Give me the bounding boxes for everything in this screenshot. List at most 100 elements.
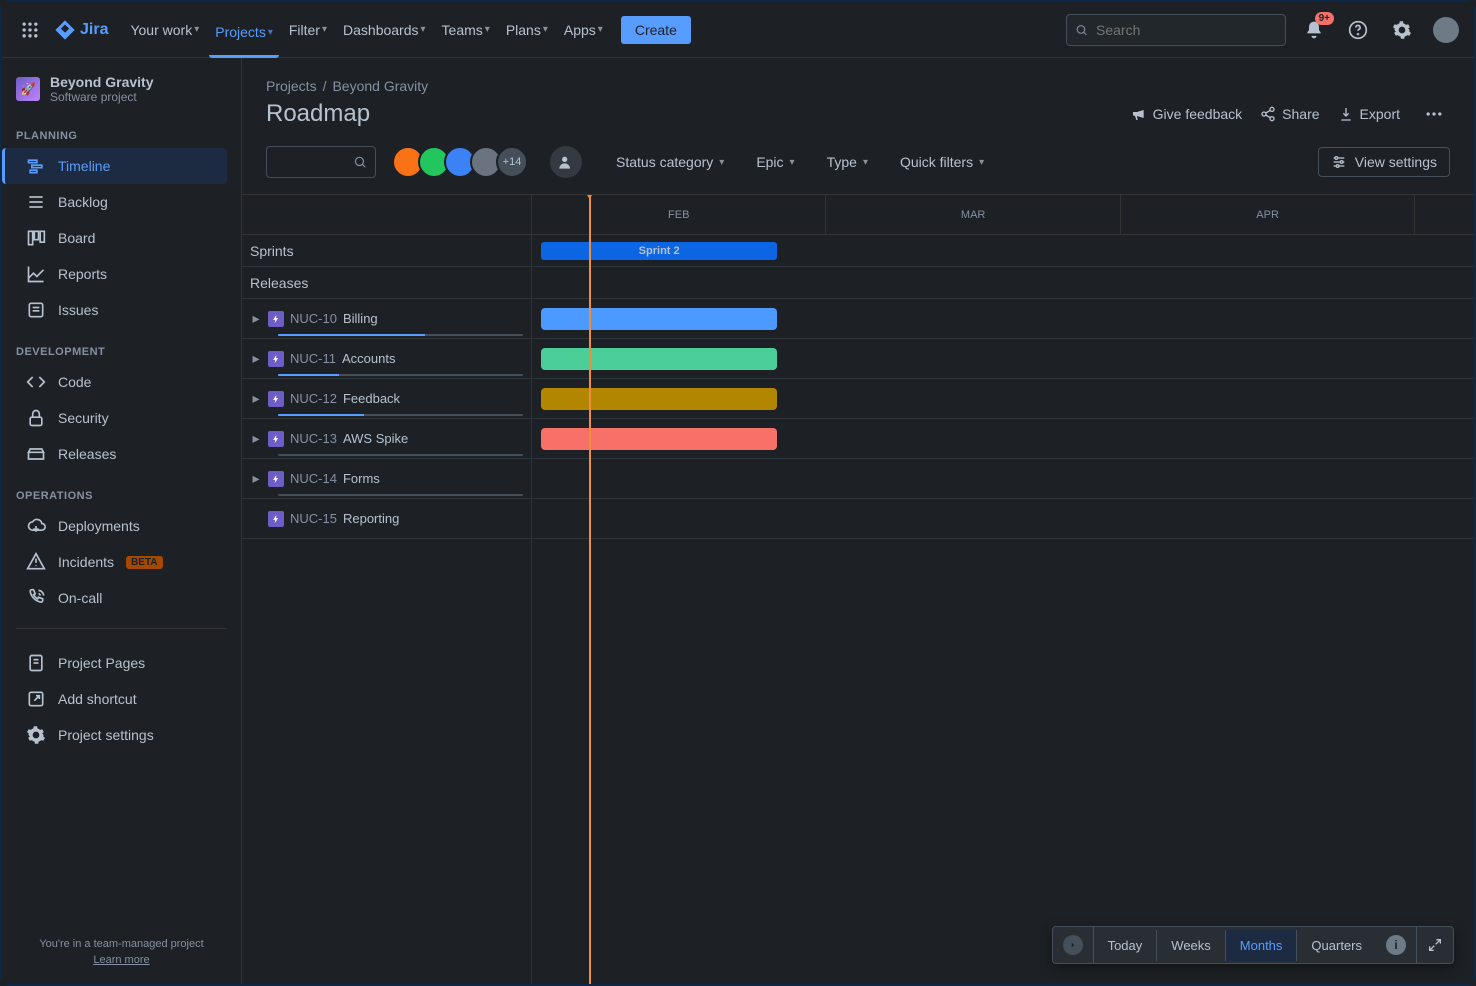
view-settings-button[interactable]: View settings xyxy=(1318,147,1450,177)
sprints-row: Sprint 2 xyxy=(532,235,1474,267)
feedback-button[interactable]: Give feedback xyxy=(1131,106,1243,122)
avatar-icon xyxy=(1433,17,1459,43)
sidebar-item-project-pages[interactable]: Project Pages xyxy=(16,645,227,681)
nav-teams[interactable]: Teams▾ xyxy=(436,14,496,46)
epic-row-NUC-12[interactable]: ▸ NUC-12 Feedback xyxy=(242,379,531,419)
settings-button[interactable] xyxy=(1386,14,1418,46)
search-input[interactable] xyxy=(1096,22,1277,38)
scale-months[interactable]: Months xyxy=(1226,930,1298,961)
sidebar-item-project-settings[interactable]: Project settings xyxy=(16,717,227,753)
issue-summary: Feedback xyxy=(343,391,400,406)
more-actions-button[interactable] xyxy=(1418,98,1450,130)
assignee-avatars[interactable]: +14 xyxy=(392,146,528,178)
section-operations: OPERATIONS xyxy=(16,484,227,508)
help-icon xyxy=(1348,20,1368,40)
sidebar-item-on-call[interactable]: On-call xyxy=(16,580,227,616)
notifications-button[interactable]: 9+ xyxy=(1298,14,1330,46)
sidebar-item-issues[interactable]: Issues xyxy=(16,292,227,328)
breadcrumb-current[interactable]: Beyond Gravity xyxy=(332,78,428,94)
filter-type[interactable]: Type▾ xyxy=(821,150,874,174)
filter-epic[interactable]: Epic▾ xyxy=(750,150,800,174)
epic-timeline-row xyxy=(532,339,1474,379)
nav-dashboards[interactable]: Dashboards▾ xyxy=(337,14,432,46)
chevron-right-icon[interactable]: ▸ xyxy=(250,310,262,327)
nav-projects[interactable]: Projects▾ xyxy=(209,14,279,58)
epic-icon xyxy=(268,311,284,327)
sidebar-item-code[interactable]: Code xyxy=(16,364,227,400)
breadcrumb-root[interactable]: Projects xyxy=(266,78,317,94)
epic-bar[interactable] xyxy=(541,428,777,450)
sidebar-item-add-shortcut[interactable]: Add shortcut xyxy=(16,681,227,717)
jira-logo[interactable]: Jira xyxy=(54,19,108,41)
epic-row-NUC-13[interactable]: ▸ NUC-13 AWS Spike xyxy=(242,419,531,459)
epic-row-NUC-15[interactable]: NUC-15 Reporting xyxy=(242,499,531,539)
add-person-button[interactable] xyxy=(550,146,582,178)
chevron-right-icon[interactable]: ▸ xyxy=(250,470,262,487)
breadcrumb: Projects / Beyond Gravity xyxy=(266,78,1450,94)
fullscreen-button[interactable] xyxy=(1417,929,1453,961)
nav-apps[interactable]: Apps▾ xyxy=(558,14,609,46)
sidebar-item-reports[interactable]: Reports xyxy=(16,256,227,292)
issue-summary: Accounts xyxy=(342,351,395,366)
scale-weeks[interactable]: Weeks xyxy=(1157,930,1226,961)
filter-quick-filters[interactable]: Quick filters▾ xyxy=(894,150,990,174)
chevron-right-icon[interactable]: ▸ xyxy=(250,430,262,447)
sidebar-item-incidents[interactable]: IncidentsBETA xyxy=(16,544,227,580)
create-button[interactable]: Create xyxy=(621,16,691,44)
epic-timeline-row xyxy=(532,459,1474,499)
nav-filter[interactable]: Filter▾ xyxy=(283,14,333,46)
avatar-overflow[interactable]: +14 xyxy=(496,146,528,178)
releases-row-header: Releases xyxy=(242,267,531,299)
nav-your-work[interactable]: Your work▾ xyxy=(124,14,205,46)
share-button[interactable]: Share xyxy=(1260,106,1319,122)
issue-summary: Reporting xyxy=(343,511,399,526)
section-development: DEVELOPMENT xyxy=(16,340,227,364)
filter-status-category[interactable]: Status category▾ xyxy=(610,150,730,174)
issue-summary: AWS Spike xyxy=(343,431,408,446)
global-search[interactable] xyxy=(1066,14,1286,46)
expand-icon xyxy=(1427,937,1443,953)
sliders-icon xyxy=(1331,154,1347,170)
today-button[interactable]: Today xyxy=(1094,930,1158,961)
epic-row-NUC-14[interactable]: ▸ NUC-14 Forms xyxy=(242,459,531,499)
epic-row-NUC-10[interactable]: ▸ NUC-10 Billing xyxy=(242,299,531,339)
brand-label: Jira xyxy=(80,21,108,39)
sidebar-item-deployments[interactable]: Deployments xyxy=(16,508,227,544)
sidebar-item-board[interactable]: Board xyxy=(16,220,227,256)
profile-button[interactable] xyxy=(1430,14,1462,46)
roadmap-search[interactable] xyxy=(266,146,376,178)
megaphone-icon xyxy=(1131,106,1147,122)
month-header: APR xyxy=(1121,195,1415,234)
learn-more-link[interactable]: Learn more xyxy=(16,954,227,966)
app-switcher-icon[interactable] xyxy=(14,14,46,46)
scroll-next-button[interactable] xyxy=(1053,927,1094,963)
epic-icon xyxy=(268,511,284,527)
epic-timeline-row xyxy=(532,419,1474,459)
epic-bar[interactable] xyxy=(541,308,777,330)
more-icon xyxy=(1424,104,1444,124)
issue-summary: Billing xyxy=(343,311,378,326)
chevron-right-icon[interactable]: ▸ xyxy=(250,390,262,407)
issue-key: NUC-10 xyxy=(290,311,337,326)
export-button[interactable]: Export xyxy=(1338,106,1400,122)
epic-row-NUC-11[interactable]: ▸ NUC-11 Accounts xyxy=(242,339,531,379)
chevron-right-icon xyxy=(1068,940,1078,950)
scale-quarters[interactable]: Quarters xyxy=(1297,930,1376,961)
sprint-bar[interactable]: Sprint 2 xyxy=(541,242,777,260)
project-type: Software project xyxy=(50,90,153,104)
releases-row xyxy=(532,267,1474,299)
epic-bar[interactable] xyxy=(541,388,777,410)
help-button[interactable] xyxy=(1342,14,1374,46)
chevron-right-icon[interactable]: ▸ xyxy=(250,350,262,367)
epic-bar[interactable] xyxy=(541,348,777,370)
sidebar-item-security[interactable]: Security xyxy=(16,400,227,436)
legend-button[interactable]: i xyxy=(1376,927,1417,963)
sidebar-item-timeline[interactable]: Timeline xyxy=(2,148,227,184)
sidebar-item-releases[interactable]: Releases xyxy=(16,436,227,472)
project-header[interactable]: 🚀 Beyond Gravity Software project xyxy=(2,58,241,116)
month-header: MAR xyxy=(826,195,1120,234)
issue-key: NUC-12 xyxy=(290,391,337,406)
epic-icon xyxy=(268,351,284,367)
sidebar-item-backlog[interactable]: Backlog xyxy=(16,184,227,220)
nav-plans[interactable]: Plans▾ xyxy=(500,14,554,46)
